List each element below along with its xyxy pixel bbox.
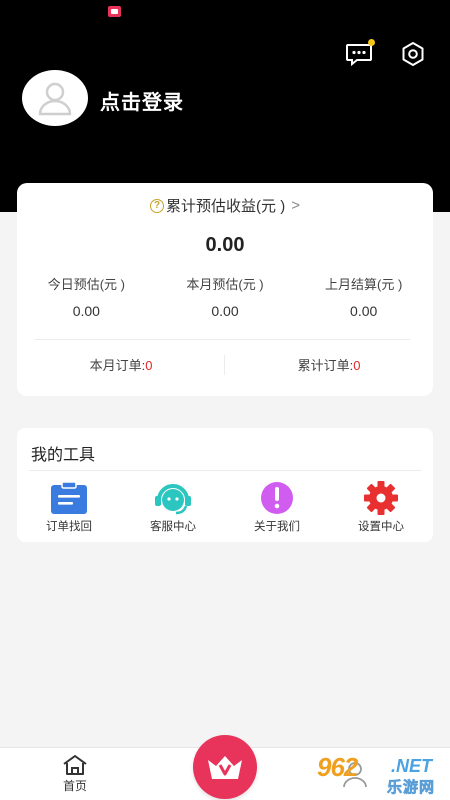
earnings-stats: 今日预估(元 ) 0.00 本月预估(元 ) 0.00 上月结算(元 ) 0.0… (17, 274, 433, 319)
notification-status-icon (108, 6, 121, 17)
divider-vertical (224, 355, 225, 375)
watermark-text: 乐游网 (387, 779, 436, 797)
earnings-card: ? 累计预估收益(元 ) > 0.00 今日预估(元 ) 0.00 本月预估(元… (17, 183, 433, 396)
earnings-title: 累计预估收益(元 ) (166, 198, 286, 215)
order-counts: 本月订单:0 累计订单:0 (17, 355, 433, 374)
watermark-suffix: .NET (391, 756, 433, 776)
tool-label: 订单找回 (46, 521, 92, 533)
gear-icon[interactable] (399, 40, 427, 68)
home-icon (63, 755, 87, 775)
login-link[interactable]: 点击登录 (100, 86, 184, 115)
stat-label: 上月结算(元 ) (325, 277, 403, 292)
tool-customer-service[interactable]: 客服中心 (121, 480, 225, 534)
watermark-logo: 962 .NET 乐游网 (313, 752, 445, 796)
avatar[interactable] (22, 70, 88, 126)
stat-last-month: 上月结算(元 ) 0.00 (294, 274, 433, 319)
tool-label: 关于我们 (254, 521, 300, 533)
user-avatar-icon (38, 82, 72, 116)
tool-about-us[interactable]: 关于我们 (225, 480, 329, 534)
question-circle-icon[interactable]: ? (150, 198, 165, 213)
tool-label: 客服中心 (150, 521, 196, 533)
tool-settings[interactable]: 设置中心 (329, 480, 433, 534)
tab-home[interactable]: 首页 (52, 754, 98, 794)
stat-value: 0.00 (350, 303, 378, 319)
stat-value: 0.00 (72, 303, 100, 319)
stat-value: 0.00 (211, 303, 239, 319)
gear-icon (361, 480, 401, 516)
chevron-right-icon: > (291, 197, 300, 214)
headset-icon (153, 480, 193, 516)
stat-label: 今日预估(元 ) (47, 277, 125, 292)
order-label: 累计订单: (297, 358, 354, 373)
order-count: 0 (353, 358, 361, 373)
crown-v-icon (208, 756, 242, 779)
center-action-button[interactable] (193, 735, 257, 799)
stat-today: 今日预估(元 ) 0.00 (17, 274, 156, 319)
divider (35, 339, 410, 340)
stat-label: 本月预估(元 ) (186, 277, 264, 292)
tools-card: 我的工具 订单找回 客服中心 关于我们 设置中心 (17, 428, 433, 542)
tab-home-label: 首页 (62, 779, 87, 793)
order-label: 本月订单: (89, 358, 146, 373)
tool-order-recovery[interactable]: 订单找回 (17, 480, 121, 534)
exclamation-icon (257, 480, 297, 516)
divider (29, 470, 421, 471)
clipboard-icon (49, 480, 89, 516)
tools-grid: 订单找回 客服中心 关于我们 设置中心 (17, 480, 433, 534)
message-badge (368, 39, 375, 46)
orders-this-month: 本月订单:0 (17, 355, 225, 374)
watermark-number: 962 (317, 752, 358, 782)
stat-this-month: 本月预估(元 ) 0.00 (156, 274, 295, 319)
order-count: 0 (145, 358, 153, 373)
earnings-total: 0.00 (205, 234, 245, 256)
earnings-title-link[interactable]: ? 累计预估收益(元 ) > (17, 195, 433, 216)
tools-title: 我的工具 (31, 447, 96, 464)
orders-total: 累计订单:0 (225, 355, 433, 374)
tool-label: 设置中心 (358, 521, 404, 533)
